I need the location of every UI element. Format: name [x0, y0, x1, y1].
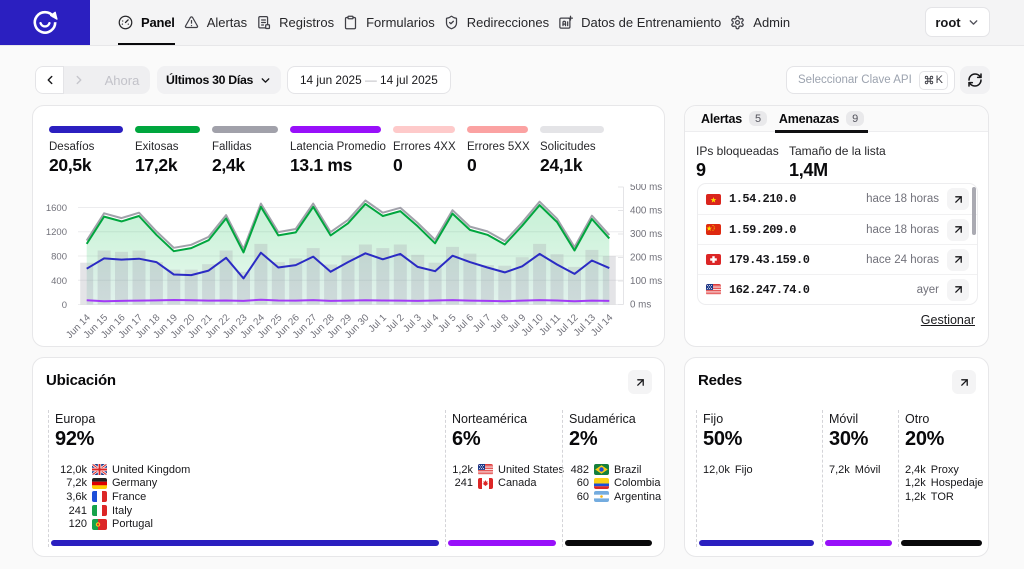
- svg-text:1200: 1200: [46, 227, 67, 238]
- svg-text:300 ms: 300 ms: [630, 229, 662, 240]
- svg-text:200 ms: 200 ms: [630, 253, 662, 264]
- svg-text:400 ms: 400 ms: [630, 206, 662, 217]
- svg-text:Jul 3: Jul 3: [401, 312, 424, 335]
- svg-text:Jul 7: Jul 7: [471, 312, 493, 334]
- svg-text:Jul 8: Jul 8: [489, 312, 512, 335]
- svg-text:0: 0: [62, 300, 67, 311]
- svg-text:Jul 4: Jul 4: [419, 312, 442, 335]
- svg-text:100 ms: 100 ms: [630, 276, 662, 287]
- svg-text:Jul 5: Jul 5: [436, 312, 459, 335]
- svg-text:400: 400: [51, 276, 67, 287]
- svg-text:1600: 1600: [46, 203, 67, 214]
- svg-text:800: 800: [51, 252, 67, 263]
- svg-text:Jul 6: Jul 6: [454, 312, 477, 335]
- svg-text:0 ms: 0 ms: [630, 300, 651, 311]
- svg-text:Jul 1: Jul 1: [367, 312, 389, 334]
- svg-text:500 ms: 500 ms: [630, 184, 662, 193]
- svg-text:Jul 2: Jul 2: [384, 312, 406, 334]
